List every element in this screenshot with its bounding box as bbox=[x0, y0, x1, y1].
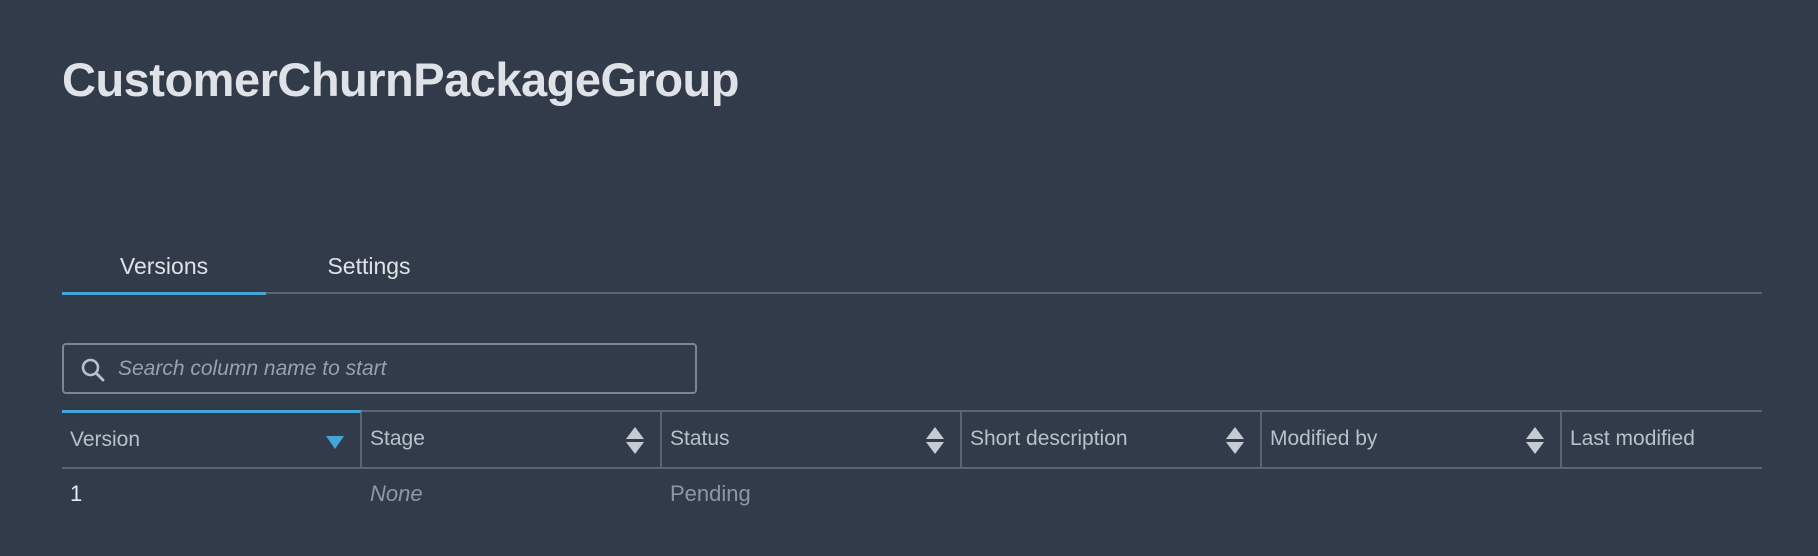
cell-stage: None bbox=[370, 481, 423, 506]
table-header: Version Stage Status Short description M… bbox=[62, 410, 1762, 469]
column-header-version[interactable]: Version bbox=[62, 410, 362, 467]
column-label: Modified by bbox=[1270, 427, 1378, 450]
tab-settings[interactable]: Settings bbox=[266, 246, 472, 292]
cell-version: 1 bbox=[70, 481, 83, 506]
table-row[interactable]: 1 None Pending bbox=[62, 469, 1762, 521]
column-label: Stage bbox=[370, 427, 425, 450]
tab-versions[interactable]: Versions bbox=[62, 246, 266, 295]
column-header-modified-by[interactable]: Modified by bbox=[1262, 412, 1562, 467]
page-title: CustomerChurnPackageGroup bbox=[62, 53, 739, 106]
sort-icon bbox=[1226, 427, 1244, 454]
sort-icon bbox=[626, 427, 644, 454]
column-label: Version bbox=[70, 428, 141, 451]
search-box bbox=[62, 343, 697, 394]
search-input[interactable] bbox=[114, 345, 692, 392]
cell-status: Pending bbox=[670, 481, 751, 506]
column-header-last-modified[interactable]: Last modified bbox=[1562, 412, 1762, 467]
tab-bar: Versions Settings bbox=[62, 246, 1762, 295]
column-label: Status bbox=[670, 427, 730, 450]
sort-descending-icon bbox=[326, 436, 344, 449]
column-header-short-description[interactable]: Short description bbox=[962, 412, 1262, 467]
search-icon bbox=[81, 358, 105, 382]
column-header-stage[interactable]: Stage bbox=[362, 412, 662, 467]
column-label: Last modified bbox=[1570, 427, 1695, 450]
column-header-status[interactable]: Status bbox=[662, 412, 962, 467]
column-label: Short description bbox=[970, 427, 1128, 450]
versions-table: Version Stage Status Short description M… bbox=[62, 410, 1762, 521]
sort-icon bbox=[1526, 427, 1544, 454]
sort-icon bbox=[926, 427, 944, 454]
